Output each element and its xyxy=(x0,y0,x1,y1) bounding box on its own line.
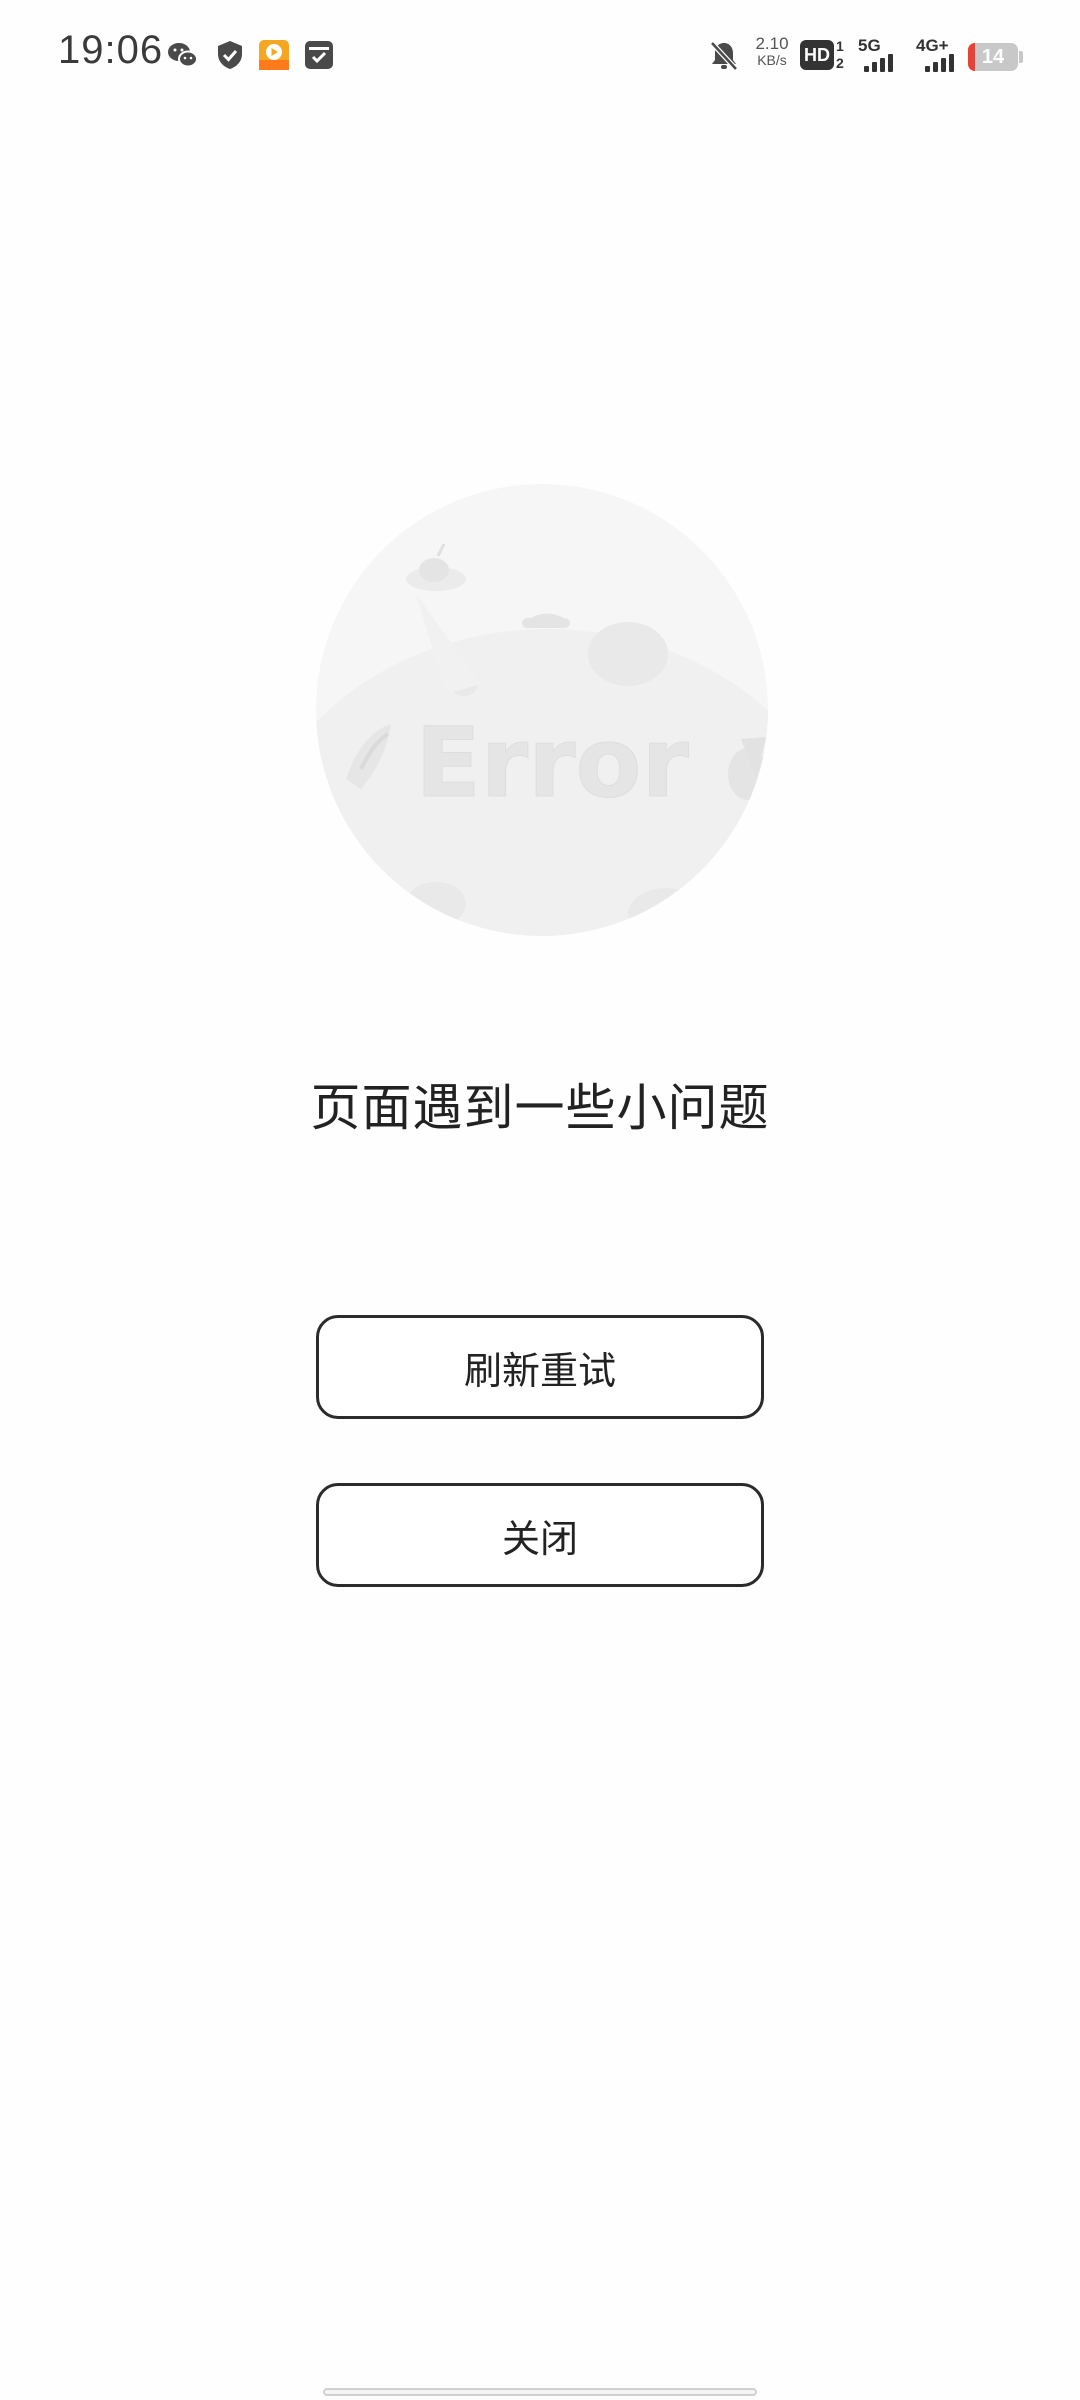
battery-icon: 14 xyxy=(968,43,1018,71)
signal-strength-1-icon xyxy=(864,50,893,72)
bell-off-icon xyxy=(710,41,738,71)
error-illustration-text: Error xyxy=(415,707,689,819)
hd-sim-top: 1 xyxy=(836,38,844,54)
signal-strength-2-icon xyxy=(925,50,954,72)
wechat-icon xyxy=(168,43,198,68)
shield-check-icon xyxy=(218,41,242,69)
hd-sim-bottom: 2 xyxy=(836,55,844,71)
refresh-retry-button[interactable]: 刷新重试 xyxy=(316,1315,764,1419)
status-bar: 19:06 2.10 KB/s HD 1 2 5G 4G+ 14 xyxy=(0,0,1080,115)
status-time: 19:06 xyxy=(58,28,164,72)
error-illustration: Error xyxy=(316,484,768,936)
network-speed: 2.10 KB/s xyxy=(750,34,794,68)
battery-percent: 14 xyxy=(981,46,1005,68)
network-speed-value: 2.10 xyxy=(755,34,789,53)
battery-tip xyxy=(1019,51,1023,63)
inbox-check-icon xyxy=(305,41,333,69)
error-message: 页面遇到一些小问题 xyxy=(310,1079,770,1137)
video-app-icon xyxy=(259,40,289,70)
hd-sim-indicator: 1 2 xyxy=(836,38,844,72)
network-speed-unit: KB/s xyxy=(757,52,787,68)
hd-badge: HD xyxy=(800,40,834,70)
close-button[interactable]: 关闭 xyxy=(316,1483,764,1587)
screen: 19:06 2.10 KB/s HD 1 2 5G 4G+ 14 Error 页… xyxy=(0,0,1080,2400)
home-indicator[interactable] xyxy=(323,2388,757,2396)
